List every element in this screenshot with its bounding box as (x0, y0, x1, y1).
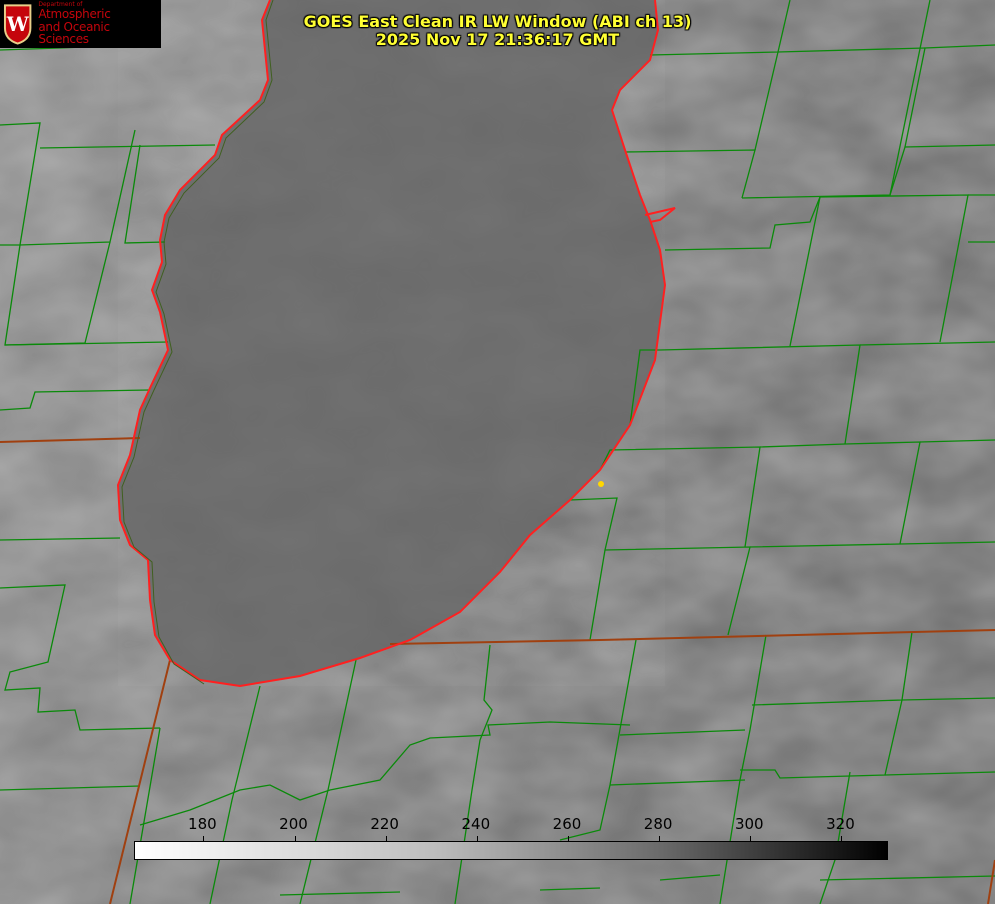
colorbar-tick (294, 836, 296, 842)
colorbar-tick (841, 836, 843, 842)
colorbar-tick-label: 320 (826, 815, 855, 833)
colorbar-tick-label: 180 (188, 815, 217, 833)
colorbar-tick-label: 200 (279, 815, 308, 833)
location-marker (598, 481, 604, 487)
colorbar-tick-label: 300 (734, 815, 764, 833)
image-timestamp: 2025 Nov 17 21:36:17 GMT (375, 30, 620, 49)
temperature-colorbar (134, 836, 888, 860)
image-title: GOES East Clean IR LW Window (ABI ch 13) (303, 12, 692, 31)
colorbar-tick-label: 280 (643, 815, 673, 833)
colorbar-tick (567, 836, 569, 842)
colorbar-tick (203, 836, 205, 842)
satellite-viewer: W Department of Atmospheric and Oceanic … (0, 0, 995, 904)
colorbar-tick-label: 220 (370, 815, 399, 833)
colorbar-tick-label: 260 (552, 815, 582, 833)
colorbar-tick (750, 836, 752, 842)
satellite-map (0, 0, 995, 904)
colorbar-tick-label: 240 (461, 815, 491, 833)
colorbar-tick (476, 836, 478, 842)
colorbar-tick (659, 836, 661, 842)
colorbar-tick (385, 836, 387, 842)
